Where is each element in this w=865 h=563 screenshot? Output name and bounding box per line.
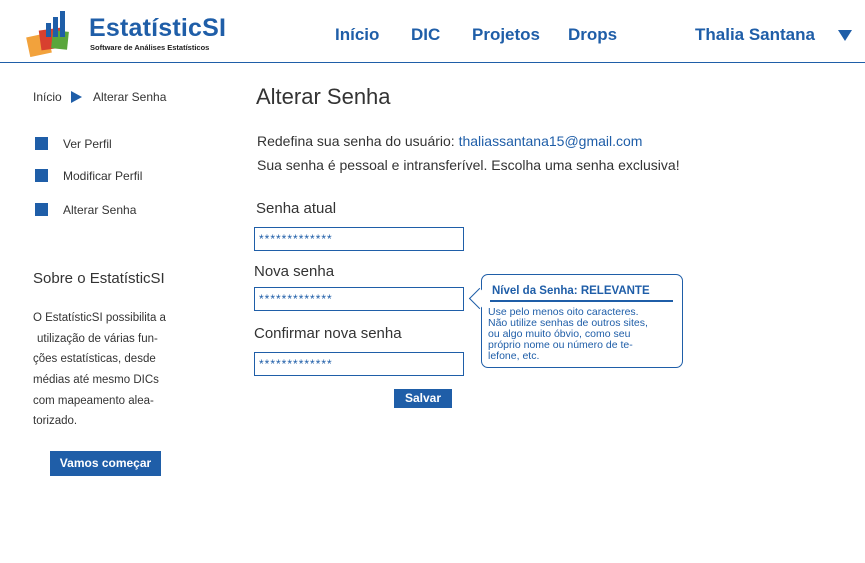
chevron-down-icon[interactable]: [838, 30, 852, 41]
user-email: thaliassantana15@gmail.com: [458, 133, 643, 149]
bullet-square-icon: [35, 169, 48, 182]
user-name[interactable]: Thalia Santana: [695, 25, 815, 45]
brand-name: EstatísticSI: [89, 14, 227, 42]
bullet-square-icon: [35, 137, 48, 150]
new-password-field[interactable]: [254, 287, 464, 311]
divider: [490, 300, 673, 302]
current-password-label: Senha atual: [256, 200, 337, 217]
about-title: Sobre o EstatísticSI: [33, 270, 165, 287]
confirm-password-label: Confirmar nova senha: [254, 325, 402, 342]
intro-text: Redefina sua senha do usuário: thaliassa…: [257, 133, 642, 149]
password-strength-heading: Nível da Senha: RELEVANTE: [492, 285, 650, 297]
about-text-line: médias até mesmo DICs: [33, 374, 159, 386]
bullet-square-icon: [35, 203, 48, 216]
save-button[interactable]: Salvar: [394, 389, 452, 408]
breadcrumb-arrow-icon: [71, 91, 82, 103]
sidebar-item-label: Alterar Senha: [63, 203, 137, 217]
brand-tagline: Software de Análises Estatísticos: [90, 43, 210, 52]
logo-icon: [26, 11, 69, 57]
confirm-password-field[interactable]: [254, 352, 464, 376]
breadcrumb-current: Alterar Senha: [93, 90, 167, 104]
app-header: EstatísticSI Software de Análises Estatí…: [0, 0, 865, 63]
current-password-field[interactable]: [254, 227, 464, 251]
about-text-line: com mapeamento alea-: [33, 395, 154, 407]
nav-projetos[interactable]: Projetos: [472, 25, 540, 45]
intro-text-2: Sua senha é pessoal e intransferível. Es…: [257, 157, 680, 173]
sidebar-item-label: Modificar Perfil: [63, 169, 143, 183]
page-title: Alterar Senha: [256, 84, 391, 109]
password-strength-tooltip: Nível da Senha: RELEVANTE Use pelo menos…: [481, 274, 683, 368]
about-text-line: utilização de várias fun-: [37, 333, 158, 345]
tooltip-line: lefone, etc.: [488, 350, 540, 362]
intro-prefix: Redefina sua senha do usuário:: [257, 133, 455, 149]
new-password-label: Nova senha: [254, 263, 335, 280]
about-text-line: torizado.: [33, 415, 78, 427]
about-text-line: O EstatísticSI possibilita a: [33, 312, 166, 324]
sidebar-item-label: Ver Perfil: [63, 137, 112, 151]
nav-inicio[interactable]: Início: [335, 25, 379, 45]
breadcrumb-home[interactable]: Início: [33, 90, 62, 104]
about-text-line: ções estatísticas, desde: [33, 353, 156, 365]
start-button[interactable]: Vamos começar: [50, 451, 161, 476]
nav-dic[interactable]: DIC: [411, 25, 440, 45]
nav-drops[interactable]: Drops: [568, 25, 617, 45]
